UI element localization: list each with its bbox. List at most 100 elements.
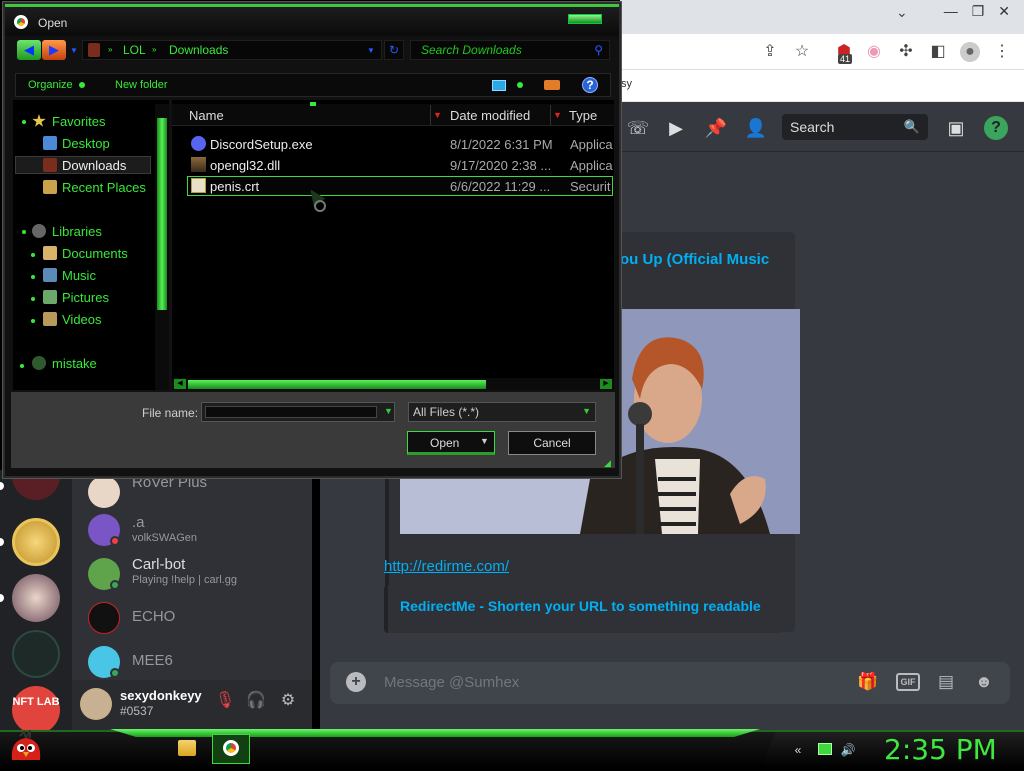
nav-recent-places[interactable]: Recent Places [62,180,146,195]
open-options-chevron-icon[interactable]: ▼ [480,436,489,446]
link-embed-title[interactable]: RedirectMe - Shorten your URL to somethi… [400,598,761,614]
video-call-icon[interactable]: ▶ [664,116,688,140]
back-arrow-icon[interactable]: ◀ [17,40,41,60]
nav-music[interactable]: Music [62,268,96,283]
volume-icon[interactable]: 🔊 [840,742,856,758]
start-button-angry-bird-icon[interactable] [6,727,46,766]
taskbar-clock[interactable]: 2:35 PM [884,733,997,766]
dm-item[interactable]: Carl-bot Playing !help | carl.gg [88,554,308,594]
dm-item[interactable]: .a volkSWAGen [88,510,308,550]
nav-mistake[interactable]: mistake [52,356,97,371]
recent-locations-chevron-icon[interactable]: ▼ [70,46,78,55]
help-icon[interactable]: ? [582,77,598,93]
nav-documents[interactable]: Documents [62,246,128,261]
share-icon[interactable]: ⇪ [760,42,780,62]
sticker-icon[interactable]: ▤ [934,670,958,694]
dialog-close-button[interactable] [568,14,602,24]
discord-search-input[interactable]: Search 🔍 [782,114,928,140]
open-button[interactable]: Open ▼ [407,431,495,455]
search-downloads-input[interactable]: Search Downloads ⚲ [410,40,610,60]
inbox-icon[interactable]: ▣ [944,116,968,140]
minimize-icon[interactable]: — [944,3,958,19]
expand-icon[interactable] [31,319,35,323]
profile-flag-icon[interactable]: ◉ [864,42,884,62]
column-type[interactable]: Type [569,108,597,123]
nav-scrollbar-thumb[interactable] [157,118,167,310]
dm-name: MEE6 [132,652,173,669]
organize-button[interactable]: Organize [28,79,73,91]
profile-avatar-icon[interactable]: ● [960,42,980,62]
expand-icon[interactable] [31,253,35,257]
dm-item[interactable]: MEE6 [88,642,308,682]
mute-mic-icon[interactable]: 🎙 [214,690,236,712]
nav-videos[interactable]: Videos [62,312,102,327]
side-panel-icon[interactable]: ◧ [928,42,948,62]
message-link[interactable]: http://redirme.com/ [384,558,509,575]
server-icon-nft-lab[interactable]: NFT LAB [12,686,60,734]
forward-arrow-icon[interactable]: ▶ [42,40,66,60]
expand-icon[interactable] [22,120,26,124]
dialog-title-bar[interactable] [5,4,619,36]
cancel-button[interactable]: Cancel [508,431,596,455]
scroll-right-icon[interactable]: ▶ [600,379,612,389]
add-friend-icon[interactable]: 👤 [744,116,768,140]
file-type-select[interactable]: All Files (*.*) ▼ [408,402,596,422]
nav-downloads[interactable]: Downloads [62,158,126,173]
headphones-icon[interactable]: 🎧 [245,690,267,712]
preview-pane-icon[interactable] [544,80,560,90]
column-dropdown-icon[interactable]: ▼ [430,105,444,125]
network-icon[interactable] [818,743,832,755]
new-folder-button[interactable]: New folder [115,79,168,91]
gif-icon[interactable]: GIF [896,673,920,691]
address-dropdown-icon[interactable]: ▼ [367,46,375,55]
file-name-value[interactable] [205,406,377,418]
bookmark-item[interactable]: sy [621,78,632,90]
embed-title-link[interactable]: ou Up (Official Music [620,251,769,268]
message-input-placeholder[interactable]: Message @Sumhex [384,674,519,691]
nav-desktop[interactable]: Desktop [62,136,110,151]
extensions-puzzle-icon[interactable]: ✣ [896,42,916,62]
file-name[interactable]: penis.crt [210,179,259,194]
close-icon[interactable]: ✕ [998,3,1010,20]
server-icon-coin[interactable] [12,518,60,566]
nav-pictures[interactable]: Pictures [62,290,109,305]
show-hidden-icons-chevron-icon[interactable]: « [790,742,806,758]
help-icon[interactable]: ? [984,116,1008,140]
dm-item[interactable]: RoVer Plus [88,472,308,512]
expand-icon[interactable] [31,275,35,279]
column-name[interactable]: Name [189,108,224,123]
expand-icon[interactable] [22,230,26,234]
breadcrumb-downloads[interactable]: Downloads [169,43,228,57]
nav-favorites[interactable]: Favorites [52,114,105,129]
pin-icon[interactable]: 📌 [704,116,728,140]
file-name-dropdown-icon[interactable]: ▼ [384,406,393,416]
server-icon-c[interactable] [12,630,60,678]
nav-libraries[interactable]: Libraries [52,224,102,239]
expand-icon[interactable] [20,364,24,368]
change-view-icon[interactable] [492,80,506,91]
user-avatar[interactable] [80,688,112,720]
file-name[interactable]: DiscordSetup.exe [210,137,313,152]
dm-item[interactable]: ECHO [88,598,308,638]
horizontal-scrollbar-thumb[interactable] [188,380,486,389]
scroll-left-icon[interactable]: ◀ [174,379,186,389]
menu-kebab-icon[interactable]: ⋮ [992,42,1012,62]
column-date-modified[interactable]: Date modified [450,108,530,123]
gift-icon[interactable]: 🎁 [856,670,880,694]
column-dropdown-icon[interactable]: ▼ [550,105,564,125]
settings-gear-icon[interactable]: ⚙ [277,690,299,712]
resize-grip-icon[interactable]: ◢ [604,458,611,469]
refresh-icon[interactable]: ↻ [384,40,404,60]
bookmark-star-icon[interactable]: ☆ [792,42,812,62]
view-options-icon[interactable] [517,82,523,88]
emoji-icon[interactable]: ☻ [972,670,996,694]
sort-indicator-icon [310,102,316,106]
attach-plus-icon[interactable]: + [346,672,366,692]
file-explorer-taskbar-icon[interactable] [178,740,196,756]
breadcrumb-lol[interactable]: LOL [123,43,146,57]
file-name[interactable]: opengl32.dll [210,158,280,173]
expand-icon[interactable] [31,297,35,301]
server-icon-avatar[interactable] [12,574,60,622]
call-icon[interactable]: ☏ [626,116,650,140]
restore-icon[interactable]: ❐ [972,3,985,20]
